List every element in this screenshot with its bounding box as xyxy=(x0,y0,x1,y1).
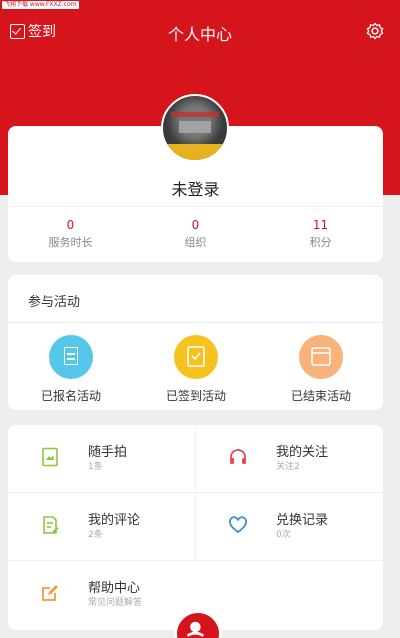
menu-item-subtitle: 2条 xyxy=(88,530,103,540)
avatar-detail xyxy=(171,112,219,117)
divider xyxy=(8,206,383,207)
document-shape xyxy=(64,347,78,365)
menu-item-title: 我的评论 xyxy=(88,513,141,528)
menu-item-subtitle: 0次 xyxy=(276,530,291,540)
document-icon xyxy=(49,335,93,379)
avatar-detail xyxy=(179,121,211,133)
page-title: 个人中心 xyxy=(167,25,232,44)
activity-label: 已签到活动 xyxy=(165,389,226,403)
checkin-glyph xyxy=(187,346,205,367)
ended-activities-button[interactable]: 已结束活动 xyxy=(266,335,376,404)
heart-icon xyxy=(229,516,247,534)
home-logo-button[interactable] xyxy=(174,610,222,638)
avatar-detail xyxy=(163,144,227,160)
username[interactable]: 未登录 xyxy=(8,176,383,200)
menu-item-title: 随手拍 xyxy=(88,445,128,460)
calendar-glyph xyxy=(311,347,331,366)
activity-label: 已报名活动 xyxy=(40,389,101,403)
photo-icon xyxy=(42,447,58,467)
menu-item-help-center[interactable]: 帮助中心 常见问题解答 xyxy=(8,561,195,628)
menu-item-title: 帮助中心 xyxy=(88,581,141,596)
stat-label: 积分 xyxy=(309,236,332,249)
menu-item-following[interactable]: 我的关注 关注2 xyxy=(196,425,383,492)
checkin-icon xyxy=(174,335,218,379)
headphones-icon xyxy=(230,449,246,464)
gear-icon[interactable] xyxy=(366,22,384,40)
menu-item-comments[interactable]: 我的评论 2条 xyxy=(8,493,195,560)
watermark: 飞翔下载 www.FXXZ.com xyxy=(2,1,79,9)
edit-doc-icon xyxy=(43,516,59,534)
menu-item-title: 兑换记录 xyxy=(276,513,329,528)
stat-service-hours[interactable]: 0 服务时长 xyxy=(8,218,133,250)
avatar[interactable] xyxy=(161,94,229,162)
stat-label: 服务时长 xyxy=(48,236,93,249)
menu-item-subtitle: 1条 xyxy=(88,462,103,472)
stat-organization[interactable]: 0 组织 xyxy=(133,218,258,250)
stat-label: 组织 xyxy=(184,236,207,249)
section-title: 参与活动 xyxy=(28,295,81,310)
activity-card: 参与活动 已报名活动 已签到活动 已结束活动 xyxy=(8,275,383,410)
activity-label: 已结束活动 xyxy=(290,389,351,403)
stat-value: 0 xyxy=(66,218,75,232)
logo-icon xyxy=(186,621,204,637)
stat-value: 0 xyxy=(191,218,200,232)
menu-card: 随手拍 1条 我的关注 关注2 我的评论 2条 兑换记录 0次 帮助中心 常见问… xyxy=(8,425,383,630)
menu-item-snapshot[interactable]: 随手拍 1条 xyxy=(8,425,195,492)
stat-value: 11 xyxy=(312,218,329,232)
calendar-icon xyxy=(299,335,343,379)
menu-item-title: 我的关注 xyxy=(276,445,329,460)
stat-points[interactable]: 11 积分 xyxy=(258,218,383,250)
registered-activities-button[interactable]: 已报名活动 xyxy=(16,335,126,404)
menu-item-subtitle: 常见问题解答 xyxy=(88,598,143,608)
divider xyxy=(8,322,383,323)
checked-in-activities-button[interactable]: 已签到活动 xyxy=(141,335,251,404)
edit-icon xyxy=(42,585,58,601)
menu-item-subtitle: 关注2 xyxy=(276,462,300,472)
menu-item-exchange-records[interactable]: 兑换记录 0次 xyxy=(196,493,383,560)
top-bar: 签到 个人中心 xyxy=(0,18,400,48)
